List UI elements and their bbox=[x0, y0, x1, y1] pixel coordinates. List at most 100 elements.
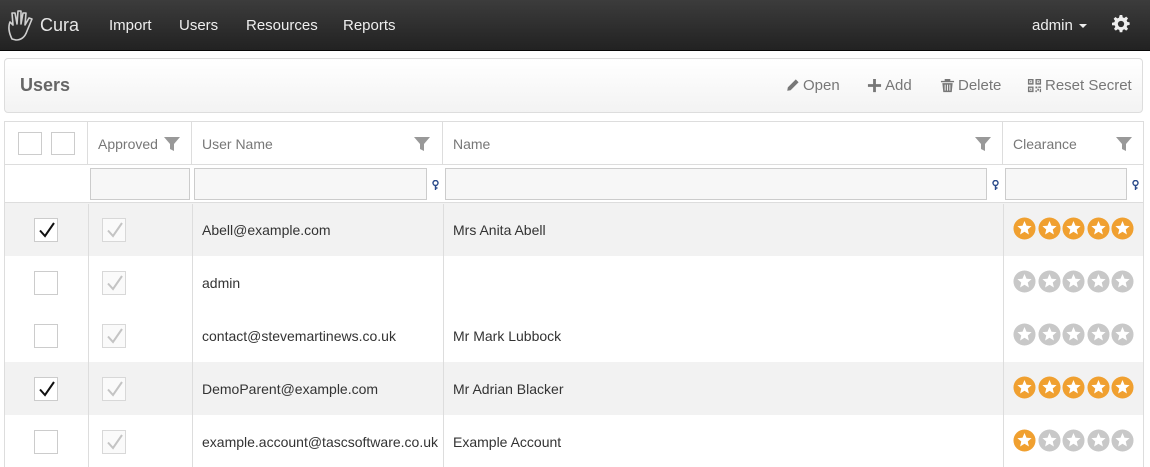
clearance-filter-input[interactable] bbox=[1005, 168, 1127, 200]
qr-code-icon bbox=[1027, 78, 1042, 93]
select-all-checkbox[interactable] bbox=[18, 132, 42, 155]
brand-link[interactable]: Cura bbox=[6, 9, 79, 41]
delete-button-label: Delete bbox=[958, 77, 1002, 94]
funnel-icon[interactable] bbox=[975, 136, 991, 152]
user-name-cell: Abell@example.com bbox=[202, 222, 331, 238]
row-select-checkbox[interactable] bbox=[34, 218, 58, 242]
star-icon[interactable] bbox=[1086, 217, 1110, 240]
star-icon[interactable] bbox=[1062, 323, 1085, 346]
user-name-cell: admin bbox=[202, 275, 241, 291]
key-icon[interactable] bbox=[991, 180, 1000, 191]
star-icon[interactable] bbox=[1062, 270, 1085, 293]
star-icon[interactable] bbox=[1111, 429, 1134, 452]
name-filter-input[interactable] bbox=[445, 168, 987, 200]
star-icon[interactable] bbox=[1062, 217, 1085, 240]
row-select-checkbox[interactable] bbox=[34, 271, 58, 295]
clearance-header-label: Clearance bbox=[1013, 136, 1077, 152]
name-cell: Mrs Anita Abell bbox=[453, 222, 546, 238]
approved-column-header[interactable]: Approved bbox=[88, 122, 192, 165]
star-icon[interactable] bbox=[1111, 376, 1134, 399]
table-row[interactable]: Abell@example.com Mrs Anita Abell bbox=[5, 203, 1143, 256]
table-row[interactable]: admin bbox=[5, 256, 1143, 309]
star-icon[interactable] bbox=[1013, 376, 1036, 399]
user-name-filter-input[interactable] bbox=[194, 168, 427, 200]
table-row[interactable]: example.account@tascsoftware.co.uk Exampl… bbox=[5, 415, 1143, 467]
user-name-cell: example.account@tascsoftware.co.uk bbox=[202, 434, 438, 450]
row-select-checkbox[interactable] bbox=[34, 377, 58, 401]
star-icon[interactable] bbox=[1013, 270, 1036, 293]
star-icon[interactable] bbox=[1086, 429, 1110, 452]
star-icon[interactable] bbox=[1037, 323, 1061, 346]
trash-icon bbox=[940, 78, 955, 93]
star-icon[interactable] bbox=[1086, 270, 1110, 293]
star-icon[interactable] bbox=[1013, 217, 1036, 240]
name-header-label: Name bbox=[453, 136, 491, 152]
user-menu-label: admin bbox=[1032, 17, 1073, 34]
delete-button[interactable]: Delete bbox=[940, 77, 1001, 94]
name-column-header[interactable]: Name bbox=[443, 122, 1003, 165]
table-row[interactable]: DemoParent@example.com Mr Adrian Blacker bbox=[5, 362, 1143, 415]
star-icon[interactable] bbox=[1037, 376, 1061, 399]
approved-header-label: Approved bbox=[98, 136, 158, 152]
star-icon[interactable] bbox=[1062, 429, 1085, 452]
name-cell: Example Account bbox=[453, 434, 562, 450]
name-cell: Mr Adrian Blacker bbox=[453, 381, 564, 397]
clearance-column-header[interactable]: Clearance bbox=[1003, 122, 1143, 165]
approved-filter-input[interactable] bbox=[90, 168, 190, 200]
star-icon[interactable] bbox=[1037, 217, 1061, 240]
star-icon[interactable] bbox=[1111, 323, 1134, 346]
nav-reports[interactable]: Reports bbox=[343, 17, 396, 34]
star-icon[interactable] bbox=[1013, 323, 1036, 346]
approved-checkbox bbox=[102, 271, 126, 295]
reset-secret-button-label: Reset Secret bbox=[1045, 77, 1132, 94]
approved-checkbox bbox=[102, 377, 126, 401]
user-name-header-label: User Name bbox=[202, 136, 273, 152]
add-button[interactable]: Add bbox=[867, 77, 912, 94]
clearance-rating[interactable] bbox=[1013, 217, 1136, 240]
star-icon[interactable] bbox=[1086, 323, 1110, 346]
row-select-checkbox[interactable] bbox=[34, 430, 58, 454]
user-name-cell: contact@stevemartinews.co.uk bbox=[202, 328, 396, 344]
user-name-column-header[interactable]: User Name bbox=[192, 122, 443, 165]
column-divider bbox=[1003, 204, 1004, 467]
clearance-rating[interactable] bbox=[1013, 429, 1136, 452]
nav-resources[interactable]: Resources bbox=[246, 17, 318, 34]
star-icon[interactable] bbox=[1062, 376, 1085, 399]
funnel-icon[interactable] bbox=[1116, 136, 1132, 152]
open-button[interactable]: Open bbox=[785, 77, 840, 94]
users-grid: Approved User Name Name Clearance Abell@… bbox=[4, 121, 1144, 467]
column-chooser-box[interactable] bbox=[51, 132, 75, 155]
funnel-icon[interactable] bbox=[414, 136, 430, 152]
key-icon[interactable] bbox=[1131, 180, 1140, 191]
nav-users[interactable]: Users bbox=[179, 17, 218, 34]
star-icon[interactable] bbox=[1111, 217, 1134, 240]
clearance-rating[interactable] bbox=[1013, 323, 1136, 346]
clearance-rating[interactable] bbox=[1013, 270, 1136, 293]
approved-checkbox bbox=[102, 430, 126, 454]
hand-logo-icon bbox=[8, 10, 33, 41]
brand-name: Cura bbox=[40, 14, 80, 35]
row-select-checkbox[interactable] bbox=[34, 324, 58, 348]
select-column-header bbox=[5, 122, 88, 165]
open-button-label: Open bbox=[803, 77, 840, 94]
clearance-rating[interactable] bbox=[1013, 376, 1136, 399]
funnel-icon[interactable] bbox=[164, 136, 180, 152]
user-menu[interactable]: admin bbox=[1032, 17, 1087, 34]
key-icon[interactable] bbox=[431, 180, 440, 191]
star-icon[interactable] bbox=[1037, 429, 1061, 452]
reset-secret-button[interactable]: Reset Secret bbox=[1027, 77, 1132, 94]
star-icon[interactable] bbox=[1013, 429, 1036, 452]
plus-icon bbox=[867, 78, 882, 93]
gear-icon[interactable] bbox=[1112, 15, 1130, 33]
page-title: Users bbox=[20, 75, 71, 95]
pencil-icon bbox=[786, 79, 799, 92]
column-divider bbox=[88, 204, 89, 467]
nav-import[interactable]: Import bbox=[109, 17, 152, 34]
filter-row bbox=[5, 166, 1143, 203]
star-icon[interactable] bbox=[1037, 270, 1061, 293]
star-icon[interactable] bbox=[1111, 270, 1134, 293]
table-row[interactable]: contact@stevemartinews.co.uk Mr Mark Lubb… bbox=[5, 309, 1143, 362]
star-icon[interactable] bbox=[1086, 376, 1110, 399]
users-panel-header: Users Open Add Delete Reset Secret bbox=[4, 58, 1143, 113]
approved-checkbox bbox=[102, 218, 126, 242]
